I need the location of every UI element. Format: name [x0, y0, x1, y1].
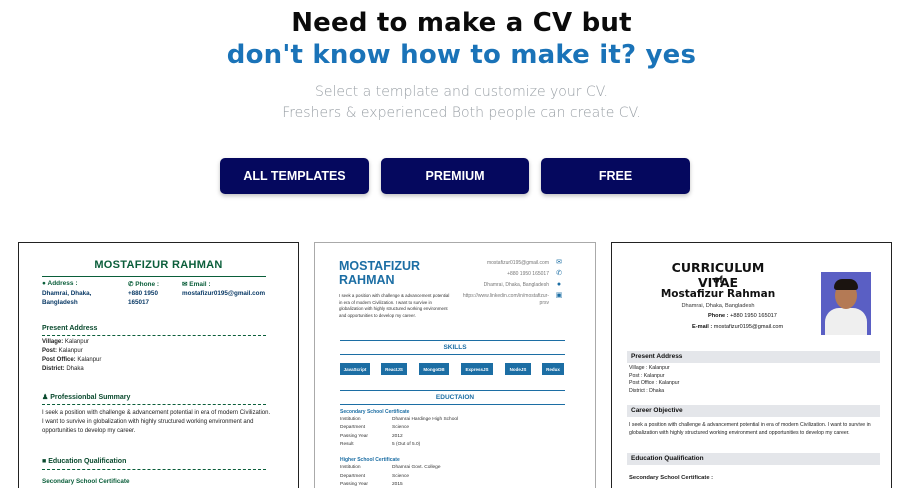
- divider: [42, 335, 266, 336]
- cv-about: I seek a position with challenge & advan…: [339, 293, 450, 318]
- summary-text: I seek a position with challenge & advan…: [42, 410, 271, 434]
- template-card-2[interactable]: MOSTAFIZUR RAHMAN I seek a position with…: [314, 242, 596, 488]
- divider: [340, 390, 565, 391]
- career-objective-text: I seek a position with challenge & advan…: [629, 422, 871, 436]
- phone-icon: ✆: [556, 270, 562, 277]
- cv-address: Dhamrai, Dhaka, Bangladesh: [681, 303, 755, 309]
- divider: [340, 354, 565, 355]
- education-heading: Education Qualification: [627, 453, 880, 465]
- profile-photo: [821, 272, 871, 335]
- skill-badge: MongoDB: [419, 363, 449, 375]
- divider: [42, 469, 266, 470]
- hero-subtitle-highlight: don't know how to make it? yes: [226, 40, 697, 70]
- cv-email: E-mail : mostafizur0195@gmail.com: [692, 324, 784, 330]
- address-value: Dhamrai, Dhaka, Bangladesh: [42, 290, 92, 306]
- edu-row: Result 5 (Out of 5.0): [340, 442, 421, 447]
- divider: [340, 404, 565, 405]
- contact-address: Dhamrai, Dhaka, Bangladesh: [483, 282, 549, 288]
- present-address-heading: Present Address: [627, 351, 880, 363]
- education-heading: EDUCTAION: [435, 394, 475, 401]
- contact-phone: +880 1950 165017: [507, 271, 549, 277]
- cv-name: MOSTAFIZUR RAHMAN: [339, 259, 421, 287]
- contact-linkedin: https://www.linkedin.com/in/mostafizur- …: [462, 293, 549, 306]
- user-icon: ♟: [42, 394, 49, 401]
- linkedin-icon: ▣: [555, 292, 563, 299]
- present-address-details: Village: Kalanpur Post: Kalanpur Post Of…: [42, 339, 102, 372]
- free-button[interactable]: FREE: [541, 158, 690, 194]
- ssc-heading: Secondary School Certificate: [340, 409, 410, 415]
- edu-row: Passing Year 2012: [340, 434, 403, 439]
- hero-description-line2: Freshers & experienced Both people can c…: [282, 105, 641, 121]
- phone-value: +880 1950 165017: [128, 290, 158, 306]
- skill-badge: ReactJS: [381, 363, 407, 375]
- cv-name: Mostafizur Rahman: [660, 288, 776, 300]
- cv-of: of: [713, 275, 723, 286]
- career-objective-heading: Career Objective: [627, 405, 880, 417]
- premium-button[interactable]: PREMIUM: [381, 158, 529, 194]
- mail-icon: ✉: [556, 259, 562, 266]
- location-icon: ●: [556, 281, 562, 288]
- email-value: mostafizur0195@gmail.com: [182, 290, 266, 297]
- present-address-details: Village : Kalanpur Post : Kalanpur Post …: [629, 365, 680, 394]
- skill-badge: NodeJS: [505, 363, 531, 375]
- contact-email: mostafizur0195@gmail.com: [486, 260, 549, 266]
- edu-row: Department Science: [340, 425, 410, 430]
- divider: [340, 340, 565, 341]
- graduation-cap-icon: ■: [42, 458, 47, 465]
- edu-row: Passing Year 2015: [340, 482, 403, 487]
- edu-row: Institution Dhamrai Govt. College: [340, 465, 441, 470]
- divider: [42, 276, 266, 277]
- ssc-heading: Secondary School Certificate: [42, 478, 130, 485]
- phone-icon: ✆: [128, 281, 134, 288]
- hero-description-line1: Select a template and customize your CV.: [315, 84, 608, 100]
- template-card-1[interactable]: MOSTAFIZUR RAHMAN ● Address : Dhamrai, D…: [18, 242, 299, 488]
- summary-heading: ♟ Professionbal Summary: [42, 394, 131, 401]
- skills-heading: SKILLS: [443, 344, 467, 351]
- divider: [42, 404, 266, 405]
- location-icon: ●: [42, 280, 46, 287]
- hero-title: Need to make a CV but: [291, 8, 632, 38]
- present-address-heading: Present Address: [42, 325, 98, 332]
- all-templates-button[interactable]: ALL TEMPLATES: [220, 158, 369, 194]
- cv-phone: Phone : +880 1950 165017: [708, 313, 777, 319]
- address-heading: ● Address :: [42, 280, 78, 287]
- phone-heading: ✆ Phone :: [128, 281, 160, 288]
- email-heading: ✉ Email :: [182, 281, 211, 288]
- edu-row: Institution Dhamrai Hardinge High School: [340, 417, 459, 422]
- edu-row: Department Science: [340, 474, 410, 479]
- cv-name: MOSTAFIZUR RAHMAN: [94, 259, 223, 271]
- mail-icon: ✉: [182, 281, 188, 288]
- template-card-3[interactable]: CURRICULUM VITAE of Mostafizur Rahman Dh…: [611, 242, 892, 488]
- skill-badge: Redux: [542, 363, 564, 375]
- education-heading: ■ Education Qualification: [42, 458, 127, 465]
- skill-badge: ExpressJS: [461, 363, 493, 375]
- ssc-heading: Secondary School Certificate :: [629, 475, 714, 481]
- skill-badge: JavaScript: [340, 363, 370, 375]
- hsc-heading: Higher School Certificate: [340, 457, 400, 463]
